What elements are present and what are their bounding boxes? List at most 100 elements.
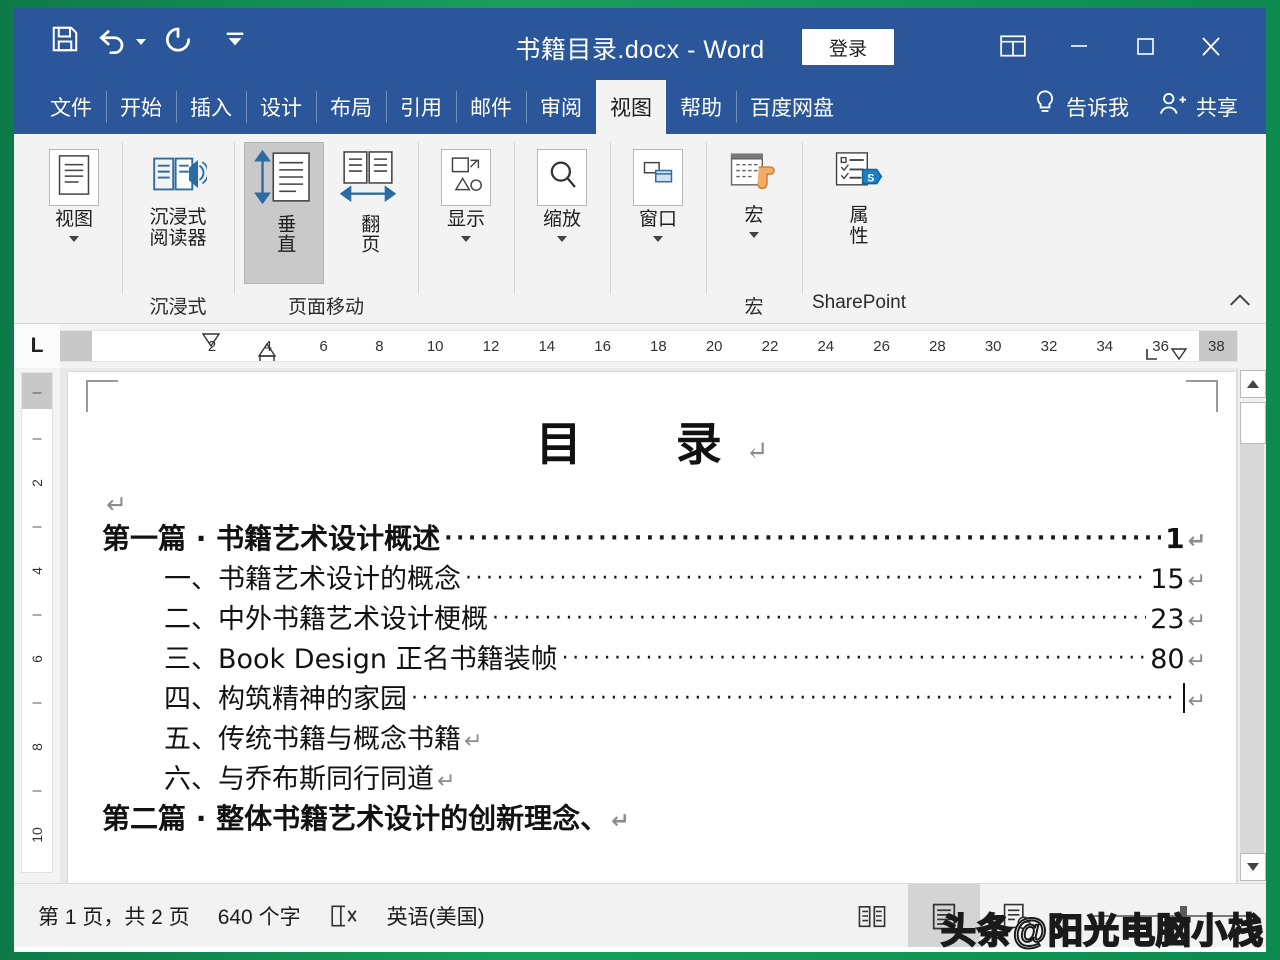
share-label: 共享	[1196, 92, 1238, 122]
undo-icon[interactable]	[97, 24, 127, 59]
toc-entry[interactable]: 第二篇 · 整体书籍艺术设计的创新理念、 ↵	[102, 797, 1206, 837]
ruler-tick	[33, 439, 42, 440]
tab-help[interactable]: 帮助	[666, 80, 736, 134]
tab-file[interactable]: 文件	[36, 80, 106, 134]
tab-view[interactable]: 视图	[596, 80, 666, 134]
chevron-down-icon[interactable]	[653, 236, 663, 242]
zoom-slider-handle[interactable]	[1180, 906, 1187, 926]
vertical-ruler[interactable]: 246810	[14, 368, 60, 883]
tab-review[interactable]: 审阅	[526, 80, 596, 134]
toc-entry[interactable]: 四、构筑精神的家园 ······························…	[102, 677, 1206, 717]
first-line-indent-marker[interactable]	[200, 332, 222, 355]
chevron-down-icon[interactable]	[749, 232, 759, 238]
tab-layout[interactable]: 布局	[316, 80, 386, 134]
ruler-row: L 246810121416182022242628303234363840	[14, 324, 1266, 368]
toc-entry[interactable]: 五、传统书籍与概念书籍 ↵	[102, 717, 1206, 757]
chevron-down-icon[interactable]	[557, 236, 567, 242]
ribbon-group-sharepoint-label: SharePoint	[812, 292, 906, 314]
ribbon-group-page-movement-label: 页面移动	[288, 292, 364, 319]
ribbon-button-zoom[interactable]: 缩放	[524, 142, 600, 245]
tab-references[interactable]: 引用	[386, 80, 456, 134]
scroll-up-button[interactable]	[1240, 370, 1266, 398]
sign-in-button[interactable]: 登录	[802, 29, 894, 65]
tab-design[interactable]: 设计	[246, 80, 316, 134]
view-print-layout-button[interactable]	[908, 884, 980, 947]
ruler-mark: 28	[929, 338, 946, 355]
tab-baidu-netdisk[interactable]: 百度网盘	[736, 80, 848, 134]
paragraph-mark: ↵	[1188, 609, 1206, 634]
ribbon-button-show-label: 显示	[447, 210, 485, 231]
ribbon-button-macros-label: 宏	[744, 206, 763, 227]
ribbon-button-window[interactable]: 窗口	[620, 142, 696, 245]
ribbon-button-view[interactable]: 视图	[36, 142, 112, 245]
save-icon[interactable]	[50, 24, 80, 59]
toc-entry-page: 15	[1150, 564, 1184, 595]
right-indent-marker[interactable]	[1169, 342, 1189, 362]
ruler-mark: 34	[1096, 338, 1113, 355]
ribbon-group-macros-label: 宏	[744, 292, 763, 319]
tab-stop-selector[interactable]: L	[14, 324, 60, 368]
undo-dropdown-icon[interactable]	[136, 39, 146, 45]
spelling-check-icon[interactable]	[329, 902, 359, 930]
toc-entry[interactable]: 三、Book Design 正名书籍装帧 ···················…	[102, 637, 1206, 677]
tell-me-button[interactable]: 告诉我	[1019, 89, 1143, 125]
ribbon-button-properties-label: 属 性	[849, 206, 868, 247]
left-margin-zone	[60, 331, 92, 361]
paragraph-mark: ↵	[1188, 529, 1206, 554]
horizontal-ruler[interactable]: 246810121416182022242628303234363840	[60, 330, 1238, 362]
toc-entry[interactable]: 二、中外书籍艺术设计梗概 ···························…	[102, 597, 1206, 637]
tab-home[interactable]: 开始	[106, 80, 176, 134]
paragraph-mark: ↵	[746, 436, 769, 467]
zoom-control[interactable]: −	[1052, 884, 1266, 947]
tab-insert[interactable]: 插入	[176, 80, 246, 134]
tab-mailings[interactable]: 邮件	[456, 80, 526, 134]
chevron-down-icon[interactable]	[69, 236, 79, 242]
table-of-contents[interactable]: 第一篇 · 书籍艺术设计概述 ·························…	[102, 517, 1206, 837]
customize-qat-icon[interactable]	[224, 28, 246, 55]
word-count[interactable]: 640 个字	[218, 901, 301, 931]
ribbon-button-immersive-reader[interactable]: 沉浸式 阅读器	[132, 142, 224, 252]
collapse-ribbon-button[interactable]	[1228, 291, 1252, 315]
document-page[interactable]: 目 录↵ ↵ 第一篇 · 书籍艺术设计概述 ··················…	[68, 372, 1236, 883]
paragraph-mark: ↵	[437, 769, 455, 794]
share-button[interactable]: 共享	[1143, 90, 1252, 124]
ribbon-body: 视图	[14, 134, 1266, 324]
toc-entry[interactable]: 六、与乔布斯同行同道 ↵	[102, 757, 1206, 797]
ruler-tick	[33, 791, 42, 792]
ribbon-display-options-icon[interactable]	[980, 24, 1046, 68]
ribbon-button-macros[interactable]: 宏	[716, 142, 792, 241]
view-read-mode-button[interactable]	[836, 884, 908, 947]
dot-leader: ········································…	[492, 606, 1146, 631]
toc-entry[interactable]: 一、书籍艺术设计的概念 ····························…	[102, 557, 1206, 597]
redo-icon[interactable]	[163, 24, 193, 59]
language-indicator[interactable]: 英语(美国)	[387, 901, 485, 931]
document-page-icon	[49, 149, 99, 206]
ribbon-button-side-to-side[interactable]: 翻页	[328, 142, 408, 284]
zoom-slider[interactable]	[1088, 915, 1248, 917]
window-arrange-icon	[633, 149, 683, 206]
ribbon-button-side-to-side-label: 翻页	[358, 214, 379, 254]
document-canvas[interactable]: 目 录↵ ↵ 第一篇 · 书籍艺术设计概述 ··················…	[60, 368, 1266, 883]
ribbon-group-macros: 宏 宏	[706, 134, 802, 323]
ribbon-button-zoom-label: 缩放	[543, 210, 581, 231]
view-web-layout-button[interactable]	[980, 884, 1052, 947]
page-indicator[interactable]: 第 1 页，共 2 页	[38, 901, 190, 931]
scrollbar-track[interactable]	[1240, 444, 1264, 853]
minimize-icon[interactable]	[1046, 24, 1112, 68]
maximize-icon[interactable]	[1112, 24, 1178, 68]
top-margin-zone	[22, 373, 52, 409]
zoom-out-button[interactable]: −	[1064, 902, 1078, 930]
hanging-indent-marker[interactable]	[256, 342, 278, 362]
close-icon[interactable]	[1178, 24, 1244, 68]
ribbon-button-vertical[interactable]: 垂直	[244, 142, 324, 284]
scroll-down-button[interactable]	[1240, 853, 1266, 881]
ribbon-button-properties[interactable]: S 属 性	[821, 142, 897, 250]
vertical-scrollbar[interactable]	[1237, 368, 1266, 883]
ribbon-button-show[interactable]: 显示	[428, 142, 504, 245]
toc-entry[interactable]: 第一篇 · 书籍艺术设计概述 ·························…	[102, 517, 1206, 557]
scrollbar-thumb[interactable]	[1240, 402, 1266, 444]
chevron-down-icon[interactable]	[461, 236, 471, 242]
ribbon-group-views: 视图	[26, 134, 122, 323]
ribbon-button-immersive-reader-label: 沉浸式 阅读器	[149, 208, 206, 249]
window-controls	[980, 24, 1244, 68]
